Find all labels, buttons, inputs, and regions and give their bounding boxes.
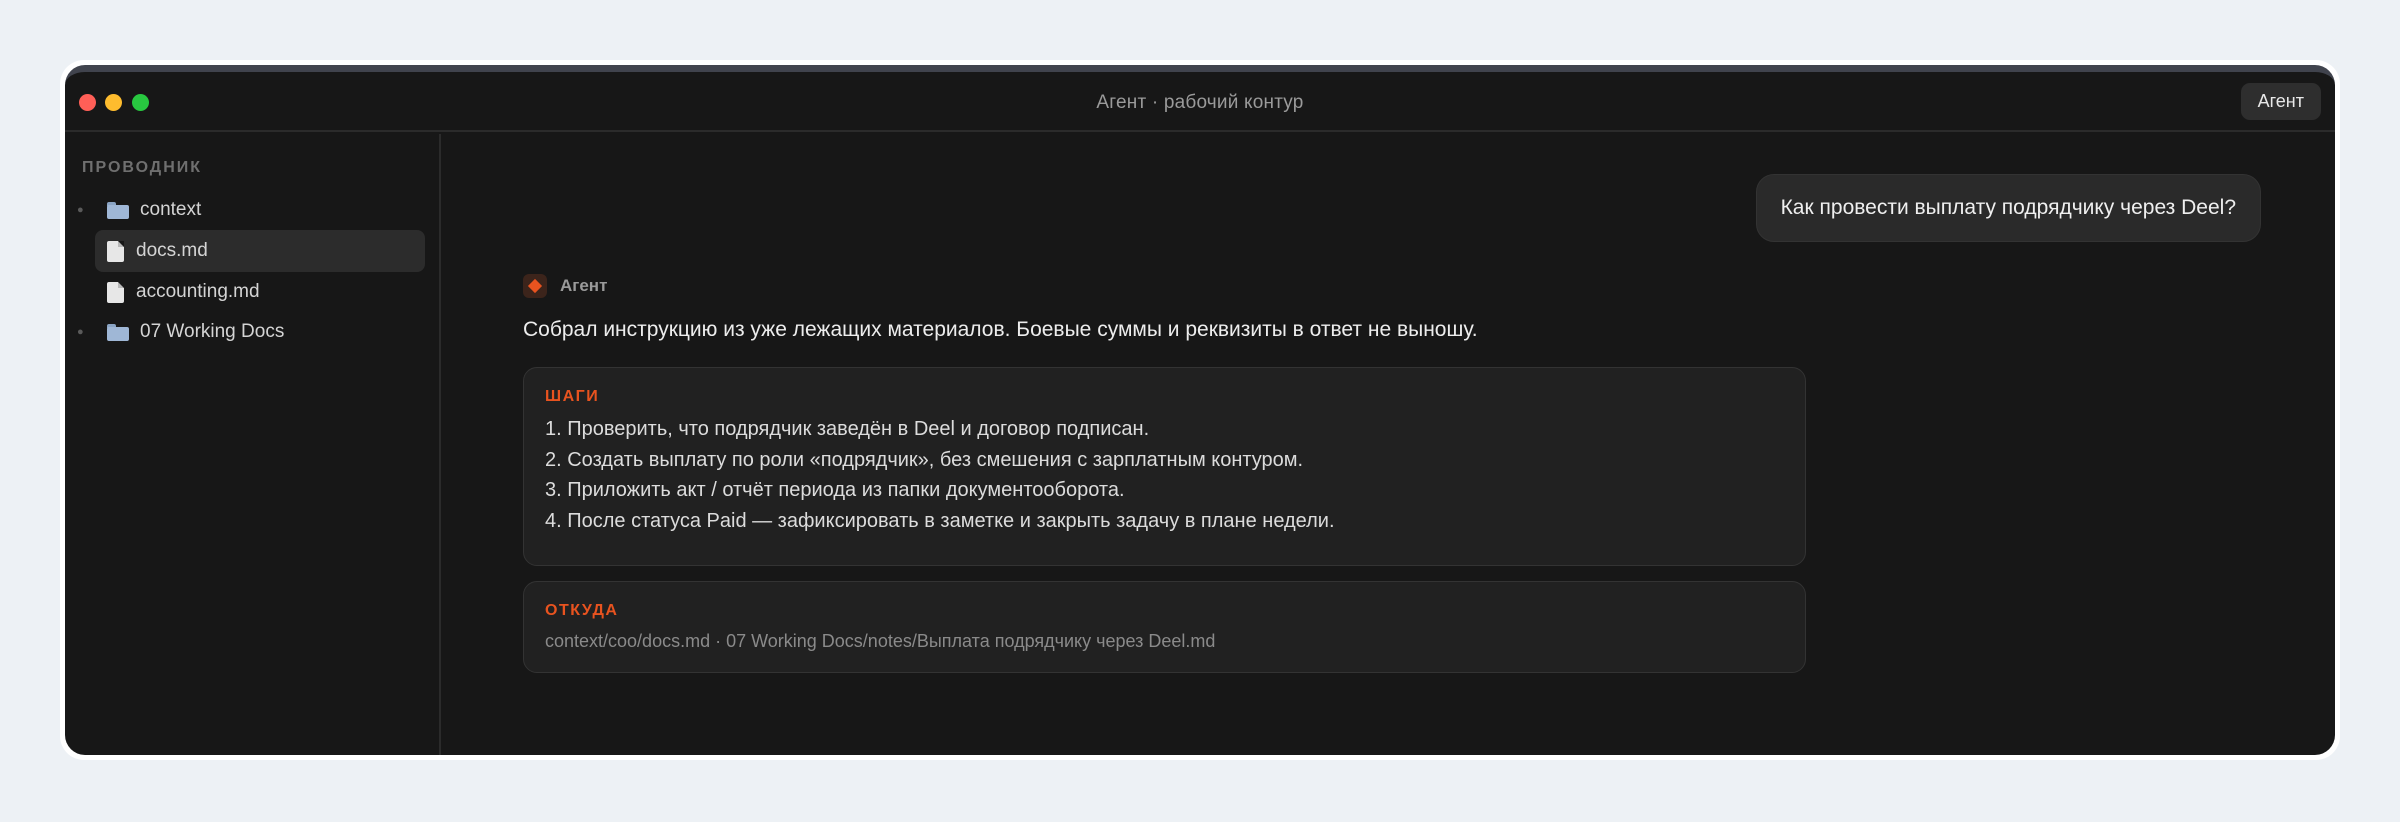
step-item: 4. После статуса Paid — зафиксировать в … <box>545 510 1335 532</box>
tree-item-label: docs.md <box>136 240 208 261</box>
agent-button[interactable]: Агент <box>2240 83 2321 120</box>
tree-item-label: accounting.md <box>136 281 260 302</box>
app-window: Агент · рабочий контур Агент ПРОВОДНИК ●… <box>65 65 2335 755</box>
user-message-bubble: Как провести выплату подрядчику через De… <box>1755 174 2261 242</box>
titlebar: Агент · рабочий контур Агент <box>65 72 2335 132</box>
window-frame: Агент · рабочий контур Агент ПРОВОДНИК ●… <box>60 60 2340 760</box>
chat-pane: Как провести выплату подрядчику через De… <box>443 134 2335 755</box>
steps-card: ШАГИ 1. Проверить, что подрядчик заведён… <box>523 367 1806 566</box>
folder-icon <box>107 201 129 219</box>
step-item: 3. Приложить акт / отчёт периода из папк… <box>545 479 1125 501</box>
step-item: 1. Проверить, что подрядчик заведён в De… <box>545 418 1150 440</box>
tree-item-docs-md[interactable]: docs.md <box>95 230 425 272</box>
tree-item-accounting-md[interactable]: accounting.md <box>95 271 425 313</box>
expand-caret-icon[interactable]: ● <box>77 204 84 216</box>
source-card-label: ОТКУДА <box>545 602 619 619</box>
agent-message-header: Агент <box>523 274 607 298</box>
step-item: 2. Создать выплату по роли «подрядчик», … <box>545 449 1304 471</box>
agent-avatar-icon <box>523 274 547 298</box>
file-icon <box>107 240 124 262</box>
source-card: ОТКУДА context/coo/docs.md · 07 Working … <box>523 581 1806 673</box>
agent-name: Агент <box>560 276 608 295</box>
tree-item-label: context <box>140 199 202 220</box>
tree-item-context[interactable]: ● context <box>77 189 437 231</box>
tree-item-label: 07 Working Docs <box>140 321 285 342</box>
window-title: Агент · рабочий контур <box>1096 92 1304 113</box>
agent-intro-text: Собрал инструкцию из уже лежащих материа… <box>523 318 1478 341</box>
folder-icon <box>107 323 129 341</box>
source-paths: context/coo/docs.md · 07 Working Docs/no… <box>545 631 1216 651</box>
sidebar-title: ПРОВОДНИК <box>82 159 203 176</box>
explorer-sidebar: ПРОВОДНИК ● context docs.md accounting.m… <box>65 134 441 755</box>
steps-card-label: ШАГИ <box>545 388 600 405</box>
expand-caret-icon[interactable]: ● <box>77 326 84 338</box>
tree-item-07-working-docs[interactable]: ● 07 Working Docs <box>77 311 437 353</box>
file-icon <box>107 281 124 303</box>
